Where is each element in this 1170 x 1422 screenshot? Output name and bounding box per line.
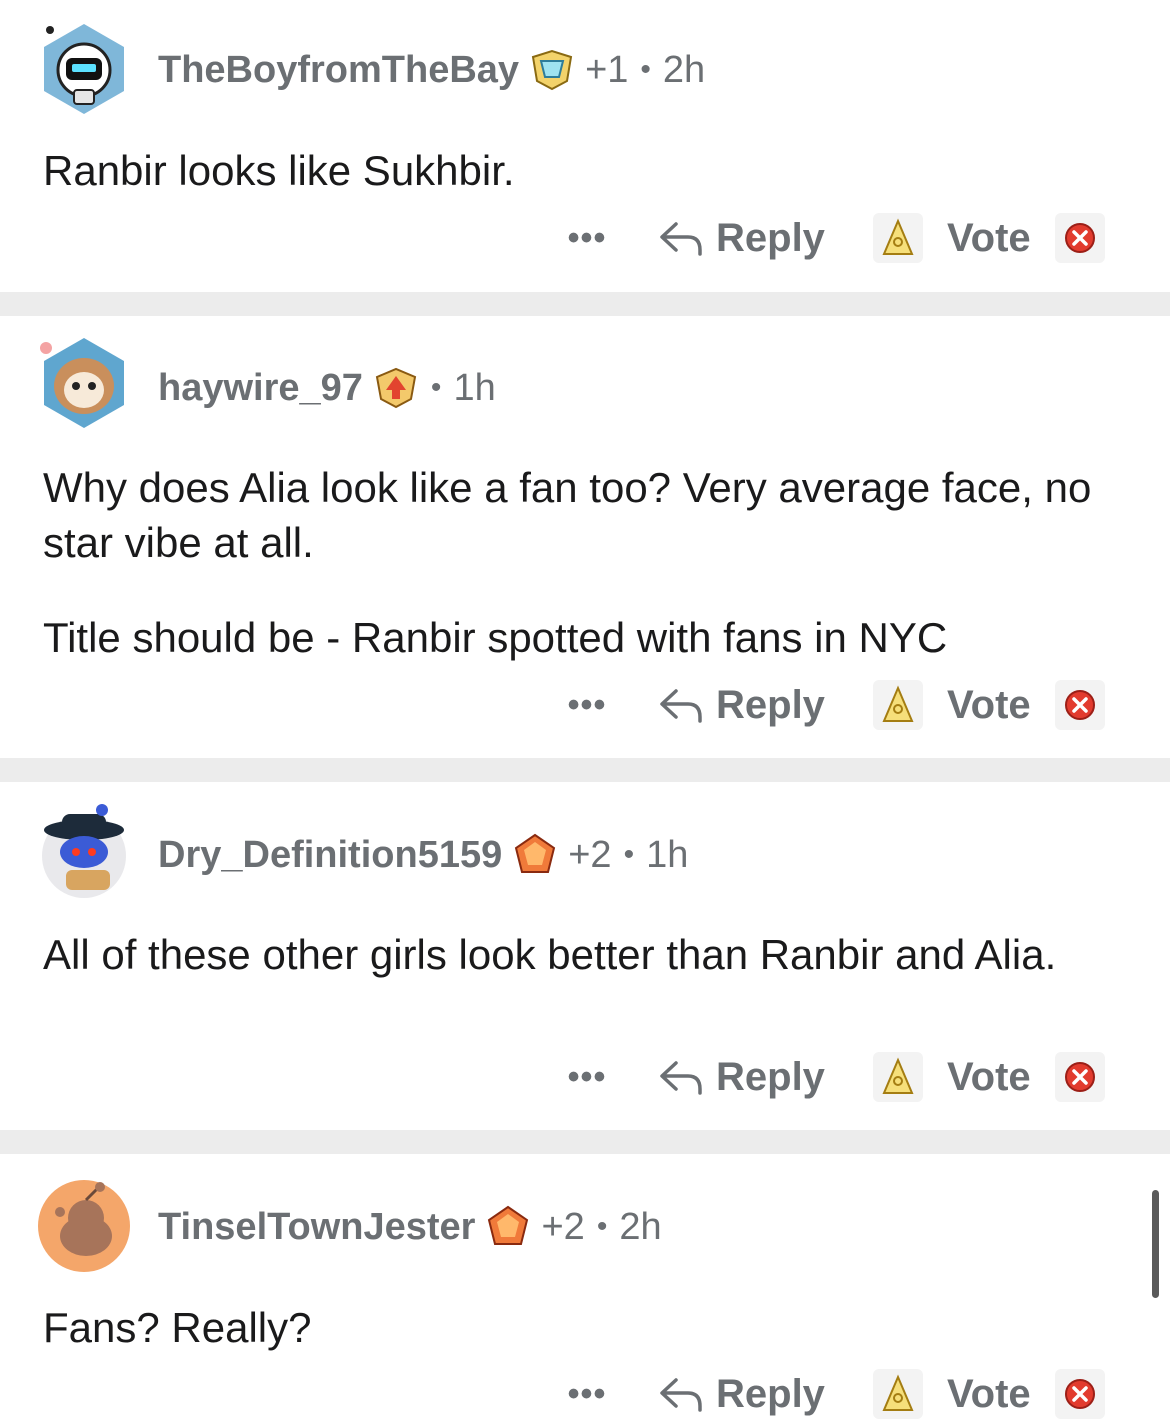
downvote-x-icon (1064, 223, 1095, 253)
comment-3: Dry_Definition5159 +2 • 1h All of these … (0, 782, 1170, 1130)
comment-paragraph: Title should be - Ranbir spotted with fa… (43, 614, 948, 661)
upvote-arrow-icon (882, 1057, 914, 1094)
vote-label: Vote (946, 682, 1031, 727)
vote-label: Vote (946, 1054, 1031, 1099)
comment-paragraph: All of these other girls look better tha… (43, 931, 1057, 978)
upvote-trophy-flair-icon (373, 365, 419, 411)
reply-arrow-icon (660, 689, 702, 723)
upvote-arrow-icon (882, 1374, 914, 1411)
upvote-arrow-icon (882, 218, 914, 255)
comment-meta: TheBoyfromTheBay +1 • 2h (158, 45, 705, 95)
dot-separator: • (623, 838, 635, 871)
comment-4: TinselTownJester +2 • 2h Fans? Really? •… (0, 1154, 1170, 1419)
gem-flair-icon (512, 832, 558, 878)
upvote-button[interactable] (872, 1052, 923, 1102)
comment-actions: ••• Reply Vote (560, 677, 1105, 733)
reply-arrow-icon (660, 222, 702, 256)
more-options-button[interactable]: ••• (560, 1375, 614, 1414)
upvote-button[interactable] (872, 680, 923, 730)
comment-body: All of these other girls look better tha… (43, 927, 1133, 982)
comment-1: TheBoyfromTheBay +1 • 2h Ranbir looks li… (0, 0, 1170, 292)
trophy-flair-icon (529, 47, 575, 93)
timestamp: 1h (646, 833, 689, 876)
dot-separator: • (640, 53, 651, 86)
downvote-x-icon (1064, 690, 1095, 720)
downvote-button[interactable] (1054, 213, 1105, 263)
gem-flair-icon (485, 1204, 531, 1250)
reply-label: Reply (716, 682, 825, 727)
username[interactable]: TinselTownJester (158, 1206, 475, 1249)
comment-actions: ••• Reply Vote (560, 210, 1105, 266)
reply-arrow-icon (660, 1378, 702, 1412)
upvote-button[interactable] (872, 213, 923, 263)
comment-paragraph: Ranbir looks like Sukhbir. (43, 147, 515, 194)
comment-actions: ••• Reply Vote (560, 1049, 1105, 1105)
user-avatar[interactable] (36, 20, 132, 116)
comment-body: Fans? Really? (43, 1300, 1133, 1355)
comment-divider (0, 1130, 1170, 1154)
comment-body: Ranbir looks like Sukhbir. (43, 143, 1133, 198)
comment-actions: ••• Reply Vote (560, 1366, 1105, 1422)
reply-label: Reply (716, 215, 825, 260)
reply-button[interactable]: Reply (658, 683, 825, 728)
downvote-x-icon (1064, 1379, 1095, 1409)
timestamp: 1h (453, 366, 496, 409)
scrollbar-thumb[interactable] (1152, 1190, 1159, 1298)
dot-separator: • (430, 371, 442, 404)
user-avatar[interactable] (36, 804, 132, 900)
user-avatar[interactable] (36, 1178, 132, 1274)
karma-score: +1 (585, 48, 629, 91)
timestamp: 2h (662, 48, 706, 91)
comment-meta: TinselTownJester +2 • 2h (158, 1202, 662, 1252)
user-avatar[interactable] (36, 334, 132, 430)
reply-label: Reply (716, 1054, 825, 1099)
reply-button[interactable]: Reply (658, 1372, 825, 1417)
reply-label: Reply (716, 1371, 825, 1416)
reply-button[interactable]: Reply (658, 1055, 825, 1100)
comment-meta: Dry_Definition5159 +2 • 1h (158, 830, 688, 880)
downvote-x-icon (1064, 1062, 1095, 1092)
upvote-arrow-icon (882, 685, 914, 722)
username[interactable]: haywire_97 (158, 367, 363, 410)
karma-score: +2 (541, 1205, 585, 1248)
more-options-button[interactable]: ••• (560, 686, 614, 725)
timestamp: 2h (619, 1205, 662, 1248)
comment-body: Why does Alia look like a fan too? Very … (43, 460, 1133, 665)
username[interactable]: Dry_Definition5159 (158, 834, 502, 877)
comment-divider (0, 758, 1170, 782)
reply-button[interactable]: Reply (658, 216, 825, 261)
comment-paragraph: Why does Alia look like a fan too? Very … (43, 464, 1092, 566)
comment-divider (0, 292, 1170, 316)
downvote-button[interactable] (1054, 680, 1105, 730)
reply-arrow-icon (660, 1061, 702, 1095)
vote-label: Vote (946, 215, 1031, 260)
more-options-button[interactable]: ••• (560, 1058, 614, 1097)
more-options-button[interactable]: ••• (560, 219, 614, 258)
karma-score: +2 (568, 833, 612, 876)
downvote-button[interactable] (1054, 1052, 1105, 1102)
vote-label: Vote (946, 1371, 1031, 1416)
username[interactable]: TheBoyfromTheBay (158, 49, 519, 92)
comment-2: haywire_97 • 1h Why does Alia look like … (0, 316, 1170, 758)
comment-paragraph: Fans? Really? (43, 1304, 312, 1351)
dot-separator: • (596, 1210, 608, 1243)
comment-meta: haywire_97 • 1h (158, 363, 496, 413)
